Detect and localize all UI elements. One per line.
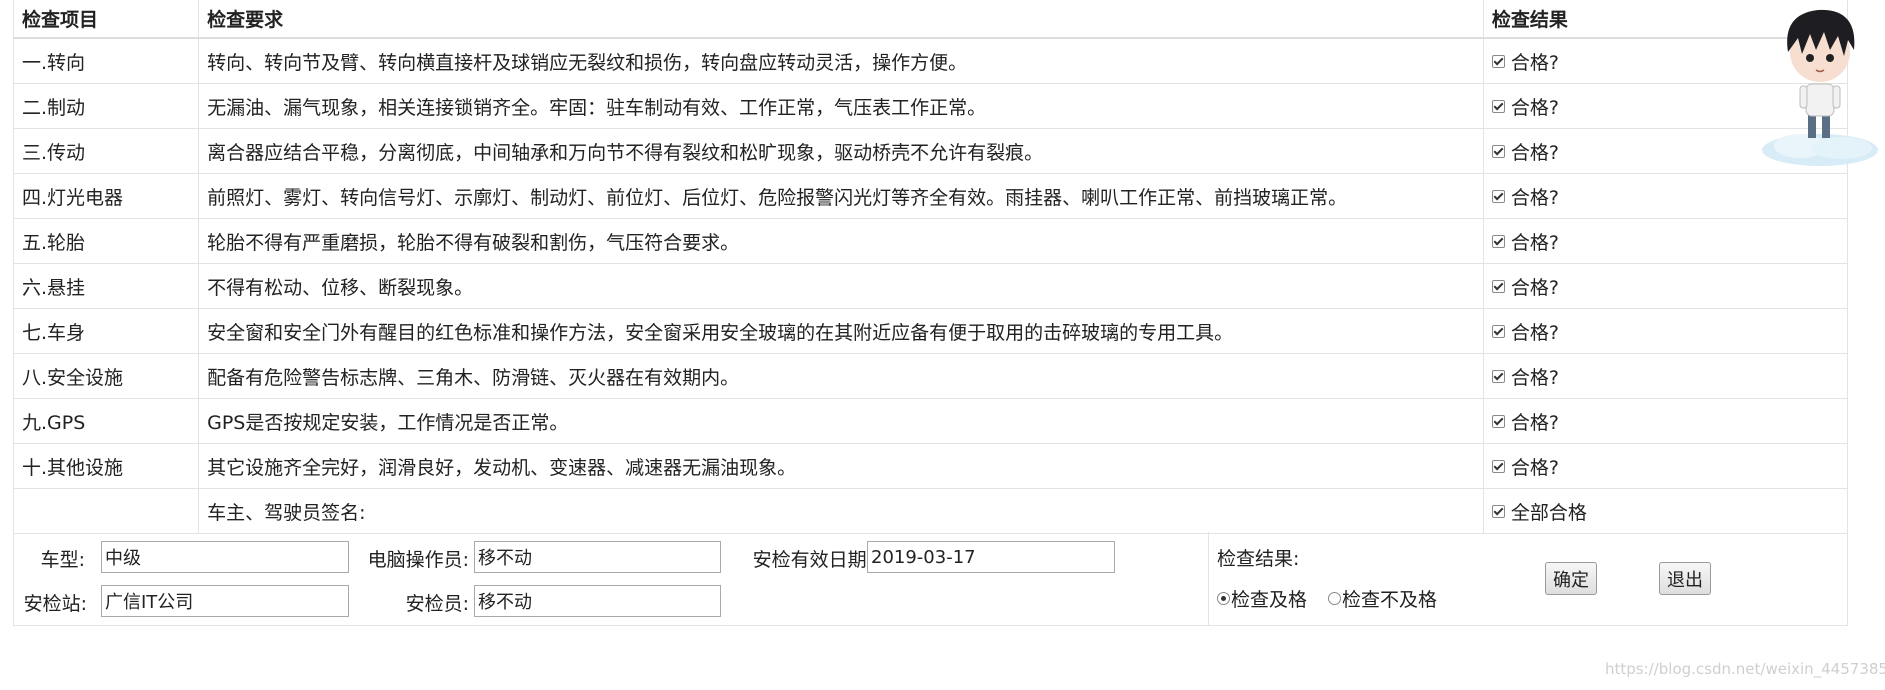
requirement-cell: 转向、转向节及臂、转向横直接杆及球销应无裂纹和损伤，转向盘应转动灵活，操作方便。 — [198, 37, 1484, 84]
requirement-cell: 配备有危险警告标志牌、三角木、防滑链、灭火器在有效期内。 — [198, 353, 1484, 399]
pass-radio-option[interactable]: 检查及格 — [1217, 585, 1307, 612]
result-cell[interactable]: 合格? — [1482, 353, 1849, 399]
table-header-row: 检查项目 检查要求 检查结果 — [12, 0, 1849, 39]
result-cell[interactable]: 合格? — [1482, 218, 1849, 264]
signature-row: 车主、驾驶员签名: 全部合格 — [12, 488, 1849, 534]
result-label: 合格? — [1510, 366, 1559, 389]
table-row: 一.转向 转向、转向节及臂、转向横直接杆及球销应无裂纹和损伤，转向盘应转动灵活，… — [12, 37, 1849, 84]
table-row: 九.GPS GPS是否按规定安装，工作情况是否正常。 合格? — [12, 398, 1849, 444]
table-row: 六.悬挂 不得有松动、位移、断裂现象。 合格? — [12, 263, 1849, 309]
item-cell: 五.轮胎 — [12, 218, 200, 264]
requirement-cell: 轮胎不得有严重磨损，轮胎不得有破裂和割伤，气压符合要求。 — [198, 218, 1484, 264]
requirement-cell: 安全窗和安全门外有醒目的红色标准和操作方法，安全窗采用安全玻璃的在其附近应备有便… — [198, 308, 1484, 354]
watermark-text: https://blog.csdn.net/weixin_44573853 — [1605, 660, 1885, 678]
requirement-cell: 其它设施齐全完好，润滑良好，发动机、变速器、减速器无漏油现象。 — [198, 443, 1484, 489]
mascot-image — [1762, 9, 1878, 166]
header-item: 检查项目 — [12, 0, 200, 39]
requirement-cell: GPS是否按规定安装，工作情况是否正常。 — [198, 398, 1484, 444]
table-row: 七.车身 安全窗和安全门外有醒目的红色标准和操作方法，安全窗采用安全玻璃的在其附… — [12, 308, 1849, 354]
signature-label: 车主、驾驶员签名: — [198, 488, 1484, 534]
result-cell[interactable]: 合格? — [1482, 263, 1849, 309]
table-row: 五.轮胎 轮胎不得有严重磨损，轮胎不得有破裂和割伤，气压符合要求。 合格? — [12, 218, 1849, 264]
station-label: 安检站: — [23, 593, 87, 615]
item-cell: 九.GPS — [12, 398, 200, 444]
fail-option-label: 检查不及格 — [1342, 589, 1438, 611]
confirm-button[interactable]: 确定 — [1545, 562, 1597, 595]
checkbox-checked-icon[interactable] — [1491, 234, 1505, 248]
table-row: 三.传动 离合器应结合平稳，分离彻底，中间轴承和万向节不得有裂纹和松旷现象，驱动… — [12, 128, 1849, 174]
vehicle-info-form: 车型: 电脑操作员: 安检有效日期: 安检站: 安检员: 检查结果: 检查及格 … — [13, 532, 1848, 626]
vehicle-type-input[interactable] — [101, 541, 349, 573]
checkbox-checked-icon[interactable] — [1491, 99, 1505, 113]
valid-date-label: 安检有效日期: — [752, 549, 873, 571]
item-cell: 三.传动 — [12, 128, 200, 174]
result-label: 合格? — [1510, 96, 1559, 119]
item-cell: 四.灯光电器 — [12, 173, 200, 219]
result-label: 合格? — [1510, 186, 1559, 209]
inspector-input[interactable] — [474, 585, 721, 617]
item-cell: 一.转向 — [12, 37, 200, 84]
checkbox-checked-icon[interactable] — [1491, 279, 1505, 293]
checkbox-checked-icon[interactable] — [1491, 414, 1505, 428]
table-row: 二.制动 无漏油、漏气现象，相关连接锁销齐全。牢固：驻车制动有效、工作正常，气压… — [12, 83, 1849, 129]
result-label: 合格? — [1510, 141, 1559, 164]
checkbox-checked-icon[interactable] — [1491, 324, 1505, 338]
station-input[interactable] — [101, 585, 349, 617]
form-divider — [1208, 532, 1209, 626]
exit-button[interactable]: 退出 — [1659, 562, 1711, 595]
table-row: 四.灯光电器 前照灯、雾灯、转向信号灯、示廓灯、制动灯、前位灯、后位灯、危险报警… — [12, 173, 1849, 219]
inspection-checklist-table: 检查项目 检查要求 检查结果 一.转向 转向、转向节及臂、转向横直接杆及球销应无… — [12, 0, 1849, 534]
requirement-cell: 无漏油、漏气现象，相关连接锁销齐全。牢固：驻车制动有效、工作正常，气压表工作正常… — [198, 83, 1484, 129]
checkbox-checked-icon[interactable] — [1491, 189, 1505, 203]
result-label: 合格? — [1510, 456, 1559, 479]
inspection-table-wrapper: 检查项目 检查要求 检查结果 一.转向 转向、转向节及臂、转向横直接杆及球销应无… — [12, 0, 1849, 534]
valid-date-input[interactable] — [867, 541, 1115, 573]
checkbox-checked-icon[interactable] — [1491, 54, 1505, 68]
checkbox-checked-icon[interactable] — [1491, 369, 1505, 383]
checkbox-checked-icon[interactable] — [1491, 144, 1505, 158]
checkbox-checked-icon[interactable] — [1491, 459, 1505, 473]
operator-input[interactable] — [474, 541, 721, 573]
result-label: 检查结果: — [1217, 548, 1300, 570]
operator-label: 电脑操作员: — [367, 549, 469, 571]
requirement-cell: 离合器应结合平稳，分离彻底，中间轴承和万向节不得有裂纹和松旷现象，驱动桥壳不允许… — [198, 128, 1484, 174]
header-requirement: 检查要求 — [198, 0, 1484, 39]
radio-unselected-icon[interactable] — [1328, 592, 1341, 605]
item-cell: 六.悬挂 — [12, 263, 200, 309]
result-label: 合格? — [1510, 411, 1559, 434]
result-cell[interactable]: 合格? — [1482, 308, 1849, 354]
result-cell[interactable]: 合格? — [1482, 173, 1849, 219]
item-cell: 二.制动 — [12, 83, 200, 129]
result-label: 合格? — [1510, 231, 1559, 254]
all-pass-label: 全部合格 — [1510, 501, 1587, 524]
fail-radio-option[interactable]: 检查不及格 — [1328, 585, 1437, 612]
checkbox-checked-icon[interactable] — [1491, 504, 1505, 518]
item-cell: 八.安全设施 — [12, 353, 200, 399]
result-label: 合格? — [1510, 321, 1559, 344]
inspector-label: 安检员: — [405, 593, 469, 615]
radio-selected-icon[interactable] — [1217, 592, 1230, 605]
requirement-cell: 前照灯、雾灯、转向信号灯、示廓灯、制动灯、前位灯、后位灯、危险报警闪光灯等齐全有… — [198, 173, 1484, 219]
item-cell: 十.其他设施 — [12, 443, 200, 489]
table-row: 十.其他设施 其它设施齐全完好，润滑良好，发动机、变速器、减速器无漏油现象。 合… — [12, 443, 1849, 489]
vehicle-type-label: 车型: — [40, 549, 85, 571]
requirement-cell: 不得有松动、位移、断裂现象。 — [198, 263, 1484, 309]
item-cell: 七.车身 — [12, 308, 200, 354]
result-label: 合格? — [1510, 276, 1559, 299]
result-cell[interactable]: 合格? — [1482, 398, 1849, 444]
empty-cell — [12, 488, 200, 534]
table-row: 八.安全设施 配备有危险警告标志牌、三角木、防滑链、灭火器在有效期内。 合格? — [12, 353, 1849, 399]
result-label: 合格? — [1510, 51, 1559, 74]
pass-option-label: 检查及格 — [1231, 589, 1308, 611]
all-pass-cell[interactable]: 全部合格 — [1482, 488, 1849, 534]
result-cell[interactable]: 合格? — [1482, 443, 1849, 489]
